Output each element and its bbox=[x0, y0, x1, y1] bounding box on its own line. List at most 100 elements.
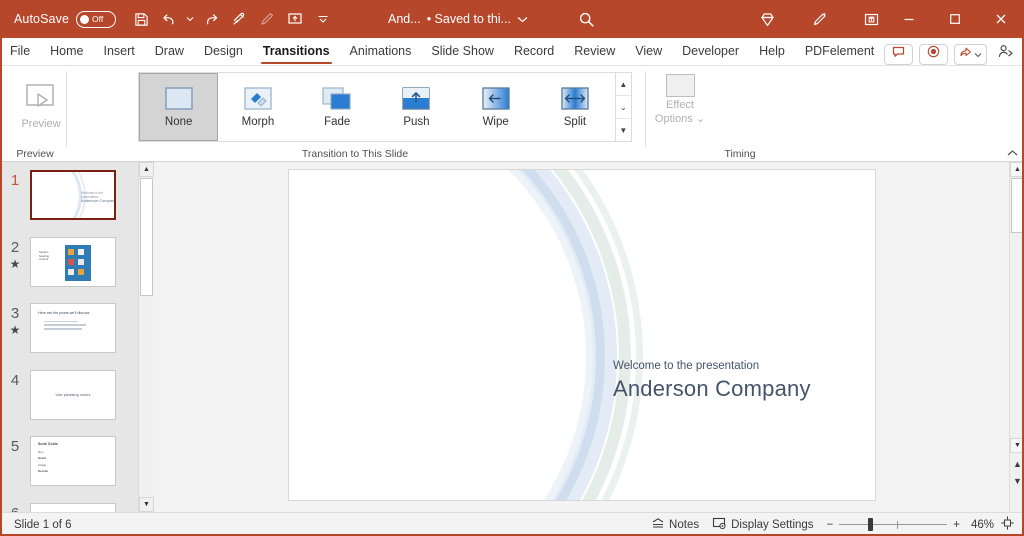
tab-animations[interactable]: Animations bbox=[340, 38, 422, 65]
undo-dropdown-icon[interactable] bbox=[184, 6, 196, 32]
current-slide[interactable]: Welcome to the presentation Anderson Com… bbox=[288, 169, 876, 501]
zoom-slider[interactable] bbox=[839, 518, 948, 531]
transition-fade[interactable]: Fade bbox=[298, 73, 377, 141]
transition-gallery[interactable]: None Morph Fade Push Wipe Split ▲ ⌄ ▼ bbox=[138, 72, 632, 142]
fit-to-window-icon[interactable] bbox=[1000, 516, 1015, 533]
list-item[interactable]: 4 Use pleasing colors bbox=[0, 370, 138, 420]
share-chevron-down-icon[interactable] bbox=[974, 45, 982, 63]
collapse-ribbon-icon[interactable] bbox=[1007, 149, 1018, 160]
undo-icon[interactable] bbox=[156, 6, 182, 32]
canvas-scrollbar-thumb[interactable] bbox=[1011, 178, 1024, 233]
transition-push[interactable]: Push bbox=[377, 73, 456, 141]
thumbnail-5[interactable]: Sunk Costs Item Brand Usage Results bbox=[30, 436, 116, 486]
thumbnail-6[interactable] bbox=[30, 503, 116, 512]
tab-record[interactable]: Record bbox=[504, 38, 564, 65]
present-icon[interactable] bbox=[856, 5, 886, 33]
tab-slide-show[interactable]: Slide Show bbox=[421, 38, 504, 65]
minimize-button[interactable] bbox=[886, 0, 932, 38]
powerpoint-window: AutoSave Off And... • Saved to thi... Fi… bbox=[0, 0, 1024, 536]
thumbnail-3[interactable]: Here are the points we'll discuss bbox=[30, 303, 116, 353]
search-icon[interactable] bbox=[572, 6, 602, 32]
canvas-scroll-up-button[interactable]: ▲ bbox=[1010, 162, 1024, 177]
list-item[interactable]: 1 Welcome to the presentation Anderson C… bbox=[0, 170, 138, 220]
tab-file[interactable]: File bbox=[0, 38, 40, 65]
pen-icon[interactable] bbox=[254, 6, 280, 32]
save-icon[interactable] bbox=[128, 6, 154, 32]
tab-draw[interactable]: Draw bbox=[145, 38, 194, 65]
customize-quick-access-icon[interactable] bbox=[310, 6, 336, 32]
slide-text-block[interactable]: Welcome to the presentation Anderson Com… bbox=[613, 360, 863, 402]
notes-button[interactable]: Notes bbox=[651, 517, 699, 533]
thumbnail-scroll-up-button[interactable]: ▲ bbox=[139, 162, 154, 177]
transition-star-icon-2[interactable]: ★ bbox=[10, 257, 21, 271]
maximize-button[interactable] bbox=[932, 0, 978, 38]
thumbnail-1[interactable]: Welcome to the presentation Anderson Com… bbox=[30, 170, 116, 220]
tab-design[interactable]: Design bbox=[194, 38, 253, 65]
thumb-5-line-4: Usage bbox=[38, 462, 47, 467]
transition-morph[interactable]: Morph bbox=[218, 73, 297, 141]
zoom-slider-handle[interactable] bbox=[868, 518, 874, 531]
canvas-scrollbar[interactable]: ▲ ▼ ▲ ▼ bbox=[1009, 162, 1024, 512]
title-chevron-icon[interactable] bbox=[517, 12, 528, 26]
canvas-scroll-down-button[interactable]: ▼ bbox=[1010, 438, 1024, 453]
preview-button[interactable]: Preview bbox=[12, 74, 70, 138]
redo-icon[interactable] bbox=[198, 6, 224, 32]
transition-split[interactable]: Split bbox=[535, 73, 614, 141]
thumbnail-scroll-down-button[interactable]: ▼ bbox=[139, 497, 154, 512]
collaborate-button[interactable] bbox=[993, 43, 1019, 65]
thumb-2-label: 2 bbox=[10, 239, 20, 256]
list-item[interactable]: 3 ★ Here are the points we'll discuss bbox=[0, 303, 138, 353]
thumbnail-number-3: 3 ★ bbox=[0, 303, 30, 353]
gallery-scrollbar[interactable]: ▲ ⌄ ▼ bbox=[614, 73, 632, 141]
transition-none[interactable]: None bbox=[139, 73, 219, 141]
zoom-slider-track bbox=[839, 523, 948, 526]
zoom-out-button[interactable]: − bbox=[827, 519, 834, 531]
autosave-label: AutoSave bbox=[14, 12, 70, 26]
tab-review[interactable]: Review bbox=[564, 38, 625, 65]
thumbnail-2[interactable]: Section heading content bbox=[30, 237, 116, 287]
diamond-icon[interactable] bbox=[752, 5, 782, 33]
transition-push-icon bbox=[397, 86, 435, 113]
list-item[interactable]: 6 bbox=[0, 503, 138, 512]
transition-push-label: Push bbox=[403, 116, 430, 128]
start-slideshow-icon[interactable] bbox=[282, 6, 308, 32]
gallery-more-button[interactable]: ▼ bbox=[616, 119, 631, 141]
gallery-scroll-down-button[interactable]: ⌄ bbox=[615, 96, 632, 119]
zoom-in-button[interactable]: + bbox=[953, 519, 960, 531]
slide-thumbnail-panel[interactable]: 1 Welcome to the presentation Anderson C… bbox=[0, 162, 138, 512]
gallery-scroll-up-button[interactable]: ▲ bbox=[615, 73, 632, 96]
next-slide-button[interactable]: ▼ bbox=[1011, 474, 1024, 488]
share-button[interactable] bbox=[954, 43, 988, 65]
designer-pen-icon[interactable] bbox=[804, 5, 834, 33]
tab-transitions[interactable]: Transitions bbox=[253, 38, 340, 65]
tab-help[interactable]: Help bbox=[749, 38, 795, 65]
ribbon-group-label-preview: Preview bbox=[16, 148, 54, 160]
tab-view[interactable]: View bbox=[625, 38, 672, 65]
document-title[interactable]: And... • Saved to thi... bbox=[388, 12, 528, 26]
ribbon-right-buttons bbox=[884, 43, 1024, 65]
autosave-toggle[interactable]: Off bbox=[76, 10, 117, 28]
previous-slide-button[interactable]: ▲ bbox=[1011, 457, 1024, 471]
tab-pdfelement[interactable]: PDFelement bbox=[795, 38, 884, 65]
thumbnail-scrollbar-thumb[interactable] bbox=[140, 178, 153, 296]
transition-star-icon-3[interactable]: ★ bbox=[10, 323, 21, 337]
thumbnail-panel-scrollbar[interactable]: ▲ ▼ bbox=[138, 162, 154, 512]
thumb-5-line-2: Item bbox=[38, 449, 44, 454]
transition-wipe[interactable]: Wipe bbox=[456, 73, 535, 141]
ribbon-body: Preview Preview None Morph Fade Push Wip… bbox=[0, 66, 1024, 208]
zoom-control[interactable]: − + 46% bbox=[827, 516, 1015, 533]
zoom-percent-label[interactable]: 46% bbox=[966, 519, 994, 531]
tab-insert[interactable]: Insert bbox=[94, 38, 145, 65]
list-item[interactable]: 2 ★ Section heading content bbox=[0, 237, 138, 287]
display-settings-button[interactable]: Display Settings bbox=[712, 517, 814, 533]
comments-button[interactable] bbox=[884, 43, 914, 65]
list-item[interactable]: 5 Sunk Costs Item Brand Usage Results bbox=[0, 436, 138, 486]
close-button[interactable] bbox=[978, 0, 1024, 38]
autosave-control[interactable]: AutoSave Off bbox=[14, 10, 117, 28]
format-painter-icon[interactable] bbox=[226, 6, 252, 32]
slide-title: Anderson Company bbox=[613, 376, 811, 401]
thumbnail-4[interactable]: Use pleasing colors bbox=[30, 370, 116, 420]
tab-home[interactable]: Home bbox=[40, 38, 93, 65]
record-button[interactable] bbox=[919, 43, 949, 65]
tab-developer[interactable]: Developer bbox=[672, 38, 749, 65]
